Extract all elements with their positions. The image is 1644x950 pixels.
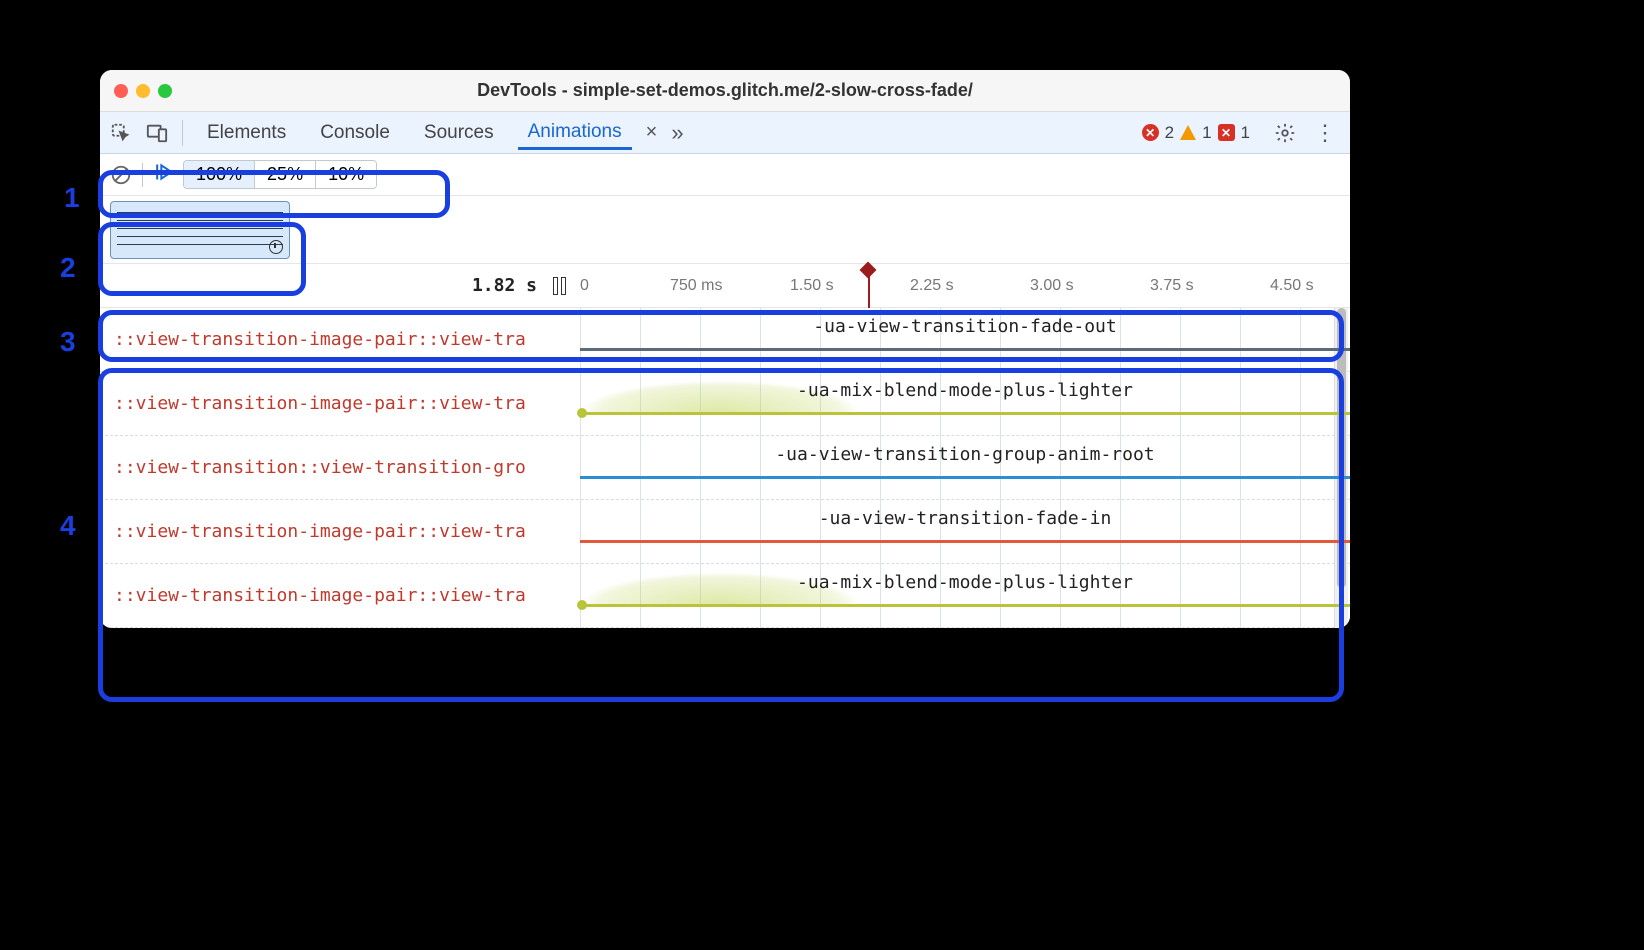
animation-track[interactable]: -ua-view-transition-fade-in <box>580 500 1350 563</box>
close-tab-icon[interactable]: × <box>646 121 658 144</box>
animation-element-name[interactable]: ::view-transition-image-pair::view-tra <box>100 564 580 627</box>
annotation-3: 3 <box>60 326 76 358</box>
speed-25-button[interactable]: 25% <box>255 161 316 188</box>
kebab-menu-icon[interactable]: ⋮ <box>1310 120 1340 146</box>
animation-name-label: -ua-mix-blend-mode-plus-lighter <box>580 572 1350 593</box>
animation-track[interactable]: -ua-view-transition-fade-out <box>580 308 1350 371</box>
device-toggle-icon[interactable] <box>146 122 168 144</box>
issue-counts[interactable]: ✕ 2 1 ✕ 1 <box>1142 123 1250 143</box>
clock-icon <box>269 240 283 254</box>
animation-row[interactable]: ::view-transition-image-pair::view-tra-u… <box>100 372 1350 436</box>
devtools-window: DevTools - simple-set-demos.glitch.me/2-… <box>100 70 1350 628</box>
animation-bar[interactable] <box>580 348 1350 351</box>
current-time-label: 1.82 s <box>472 275 537 296</box>
tick-6: 4.50 s <box>1270 277 1314 295</box>
warning-count: 1 <box>1202 123 1211 143</box>
animation-track[interactable]: -ua-view-transition-group-anim-root <box>580 436 1350 499</box>
animation-toolbar: 100% 25% 10% <box>100 154 1350 196</box>
tick-4: 3.00 s <box>1030 277 1074 295</box>
play-icon[interactable] <box>153 162 173 187</box>
tab-console[interactable]: Console <box>310 116 400 150</box>
animation-rows: ::view-transition-image-pair::view-tra-u… <box>100 308 1350 628</box>
animation-buffer-row <box>100 196 1350 264</box>
ruler-grid[interactable]: 0 750 ms 1.50 s 2.25 s 3.00 s 3.75 s 4.5… <box>580 264 1350 307</box>
titlebar: DevTools - simple-set-demos.glitch.me/2-… <box>100 70 1350 112</box>
inspect-icon[interactable] <box>110 122 132 144</box>
animation-track[interactable]: -ua-mix-blend-mode-plus-lighter <box>580 564 1350 627</box>
more-tabs-icon[interactable]: » <box>671 120 683 146</box>
tick-0: 0 <box>580 277 589 295</box>
window-title: DevTools - simple-set-demos.glitch.me/2-… <box>100 80 1350 101</box>
animation-group-thumbnail[interactable] <box>110 201 290 259</box>
animation-element-name[interactable]: ::view-transition-image-pair::view-tra <box>100 500 580 563</box>
tab-sources[interactable]: Sources <box>414 116 504 150</box>
speed-buttons: 100% 25% 10% <box>183 160 377 189</box>
animation-bar[interactable] <box>580 412 1350 415</box>
annotation-1: 1 <box>64 182 80 214</box>
warning-icon <box>1180 125 1196 140</box>
issues-count: 1 <box>1241 123 1250 143</box>
animation-name-label: -ua-view-transition-fade-out <box>580 316 1350 337</box>
animation-bar[interactable] <box>580 540 1350 543</box>
annotation-4: 4 <box>60 510 76 542</box>
timeline-ruler[interactable]: 1.82 s 0 750 ms 1.50 s 2.25 s 3.00 s 3.7… <box>100 264 1350 308</box>
animation-bar[interactable] <box>580 476 1350 479</box>
animation-bar[interactable] <box>580 604 1350 607</box>
clear-icon[interactable] <box>110 164 132 186</box>
animation-row[interactable]: ::view-transition-image-pair::view-tra-u… <box>100 500 1350 564</box>
settings-icon[interactable] <box>1274 122 1296 144</box>
error-icon: ✕ <box>1142 124 1159 141</box>
animation-name-label: -ua-mix-blend-mode-plus-lighter <box>580 380 1350 401</box>
tab-elements[interactable]: Elements <box>197 116 296 150</box>
animation-element-name[interactable]: ::view-transition::view-transition-gro <box>100 436 580 499</box>
tick-3: 2.25 s <box>910 277 954 295</box>
issues-icon: ✕ <box>1218 124 1235 141</box>
tab-animations[interactable]: Animations <box>518 115 632 150</box>
speed-10-button[interactable]: 10% <box>316 161 376 188</box>
annotation-2: 2 <box>60 252 76 284</box>
animation-track[interactable]: -ua-mix-blend-mode-plus-lighter <box>580 372 1350 435</box>
tick-5: 3.75 s <box>1150 277 1194 295</box>
speed-100-button[interactable]: 100% <box>184 161 255 188</box>
pause-icon[interactable] <box>553 277 566 295</box>
tick-2: 1.50 s <box>790 277 834 295</box>
animation-name-label: -ua-view-transition-fade-in <box>580 508 1350 529</box>
animation-name-label: -ua-view-transition-group-anim-root <box>580 444 1350 465</box>
error-count: 2 <box>1165 123 1174 143</box>
animation-element-name[interactable]: ::view-transition-image-pair::view-tra <box>100 308 580 371</box>
tick-1: 750 ms <box>670 277 722 295</box>
animation-row[interactable]: ::view-transition-image-pair::view-tra-u… <box>100 308 1350 372</box>
animation-row[interactable]: ::view-transition-image-pair::view-tra-u… <box>100 564 1350 628</box>
tabstrip: Elements Console Sources Animations × » … <box>100 112 1350 154</box>
animation-element-name[interactable]: ::view-transition-image-pair::view-tra <box>100 372 580 435</box>
animation-row[interactable]: ::view-transition::view-transition-gro-u… <box>100 436 1350 500</box>
